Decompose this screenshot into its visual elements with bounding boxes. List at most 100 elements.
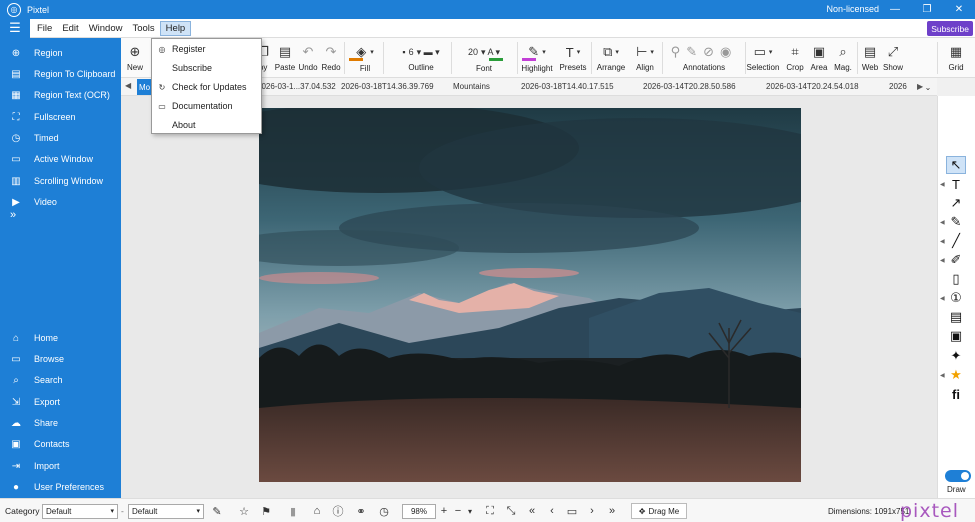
image-canvas[interactable] [121, 96, 937, 498]
strip-left-arrow-icon[interactable]: ◀ [125, 81, 131, 90]
font-button[interactable]: 20 ▾ A ▾ Font [453, 38, 515, 78]
outline-button[interactable]: ▪ 6 ▾ ▬ ▾ Outline [386, 38, 456, 78]
minimize-button[interactable]: — [879, 0, 911, 19]
category-select[interactable]: Default ▾ [42, 504, 118, 519]
step-tool-icon[interactable]: ① [946, 289, 966, 307]
flag-icon[interactable]: ⚑ [258, 503, 274, 519]
help-menu-subscribe[interactable]: Subscribe [152, 59, 261, 77]
first-image-icon[interactable]: « [524, 503, 540, 519]
help-menu-register[interactable]: ◎ Register [152, 40, 261, 58]
presets-button[interactable]: T ▾ Presets [557, 38, 589, 78]
fx-tool-icon[interactable]: fi [946, 385, 966, 403]
help-menu-about[interactable]: About [152, 116, 261, 134]
align-button[interactable]: ⊢ ▾ Align [629, 38, 661, 78]
edit-tags-icon[interactable]: ✎ [209, 503, 225, 519]
sidebar-item-timed[interactable]: ◷ Timed [0, 129, 121, 147]
undo-button[interactable]: ↶ Undo [297, 38, 319, 78]
sidebar-item-home[interactable]: ⌂ Home [0, 329, 121, 347]
thumbnail-item[interactable]: 2026-03-14T20.28.50.586 [643, 82, 736, 91]
sidebar-item-region-to-clipboard[interactable]: ▤ Region To Clipboard [0, 65, 121, 83]
updates-icon: ↻ [158, 82, 166, 92]
secondary-select[interactable]: Default ▾ [128, 504, 204, 519]
help-menu-check-for-updates[interactable]: ↻ Check for Updates [152, 78, 261, 96]
star-tool-icon[interactable]: ★ [946, 366, 966, 384]
tag-icon[interactable]: ⌂ [309, 503, 325, 519]
subscribe-button[interactable]: Subscribe [927, 21, 973, 36]
menu-edit[interactable]: Edit [57, 19, 83, 38]
pen-tool-icon[interactable]: ✎ [946, 213, 966, 231]
previous-image-icon[interactable]: ‹ [544, 503, 560, 519]
thumbnail-item[interactable]: Mountains [453, 82, 490, 91]
area-button[interactable]: ▣ Area [808, 38, 830, 78]
magnifier-button[interactable]: ⌕ Mag. [831, 38, 855, 78]
line-tool-icon[interactable]: ╱ [946, 232, 966, 250]
sidebar-item-fullscreen[interactable]: ⛶ Fullscreen [0, 108, 121, 126]
sidebar-item-browse[interactable]: ▭ Browse [0, 350, 121, 368]
draw-toggle[interactable] [945, 470, 971, 482]
zoom-input[interactable]: 98% [402, 504, 436, 519]
presets-label: Presets [559, 63, 587, 72]
document-tool-icon[interactable]: ▤ [946, 308, 966, 326]
actual-size-icon[interactable]: ⤡ [503, 503, 519, 519]
hamburger-menu-icon[interactable]: ☰ [0, 18, 30, 38]
web-button[interactable]: ▤ Web [859, 38, 881, 78]
sidebar-item-share[interactable]: ☁ Share [0, 414, 121, 432]
sidebar-item-export[interactable]: ⇲ Export [0, 393, 121, 411]
show-button[interactable]: ⤢ Show [881, 38, 905, 78]
sidebar-item-import[interactable]: ⇥ Import [0, 457, 121, 475]
sidebar-item-search[interactable]: ⌕ Search [0, 371, 121, 389]
magic-tool-icon[interactable]: ✦ [946, 347, 966, 365]
thumbnail-item[interactable]: 2026-03-18T14.40.17.515 [521, 82, 614, 91]
sidebar-item-region-text-ocr[interactable]: ▦ Region Text (OCR) [0, 86, 121, 104]
thumbnail-item[interactable]: 2026-03-18T14.36.39.769 [341, 82, 434, 91]
pointer-tool-icon[interactable]: ↖ [946, 156, 966, 174]
sidebar-item-active-window[interactable]: ▭ Active Window [0, 150, 121, 168]
menu-help[interactable]: Help [159, 20, 192, 36]
drag-me-label: Drag Me [648, 506, 680, 516]
arrange-button[interactable]: ⧉ ▾ Arrange [593, 38, 629, 78]
menu-window[interactable]: Window [84, 19, 128, 38]
sidebar-item-video[interactable]: ▶ Video [0, 193, 121, 211]
thumbnail-item[interactable]: 2026-03-14T20.24.54.018 [766, 82, 859, 91]
marker-tool-icon[interactable]: ✐ [946, 251, 966, 269]
sidebar-more-icon[interactable]: » [10, 209, 16, 221]
fill-button[interactable]: ◈ ▾ Fill [346, 38, 384, 78]
link-icon[interactable]: ⚭ [353, 503, 369, 519]
window-icon[interactable]: ▭ [564, 503, 580, 519]
selection-button[interactable]: ▭ ▾ Selection [747, 38, 780, 78]
note-tool-icon[interactable]: ▯ [946, 270, 966, 288]
menu-file[interactable]: File [32, 19, 57, 38]
sidebar-item-user-preferences[interactable]: ● User Preferences [0, 478, 121, 496]
star-rating-icon[interactable]: ☆ [236, 503, 252, 519]
help-menu-documentation[interactable]: ▭ Documentation [152, 97, 261, 115]
restore-button[interactable]: ❐ [911, 0, 943, 19]
timed-icon: ◷ [11, 132, 21, 144]
sidebar-item-scrolling-window[interactable]: ▥ Scrolling Window [0, 172, 121, 190]
thumbnail-item[interactable]: 2026-03-1...37.04.532 [257, 82, 336, 91]
fit-to-window-icon[interactable]: ⛶ [482, 503, 498, 519]
close-button[interactable]: ✕ [943, 0, 975, 19]
menu-tools[interactable]: Tools [127, 19, 159, 38]
drag-me-button[interactable]: ✥ Drag Me [631, 503, 687, 519]
history-icon[interactable]: ◷ [376, 503, 392, 519]
sidebar-item-region[interactable]: ⊕ Region [0, 44, 121, 62]
stamp-tool-icon[interactable]: ▣ [946, 327, 966, 345]
info-icon[interactable]: ⓘ [330, 503, 346, 519]
next-image-icon[interactable]: › [584, 503, 600, 519]
text-tool-icon[interactable]: T [946, 175, 966, 193]
sidebar-item-contacts[interactable]: ▣ Contacts [0, 435, 121, 453]
help-menu-label: About [172, 120, 196, 130]
bookmark-icon[interactable]: ▮ [285, 503, 301, 519]
strip-collapse-icon[interactable]: ⌄ [920, 78, 936, 96]
arrow-tool-icon[interactable]: ↗ [946, 194, 966, 212]
highlight-button[interactable]: ✎ ▾ Highlight [519, 38, 555, 78]
redo-button[interactable]: ↷ Redo [320, 38, 342, 78]
zoom-dropdown-icon[interactable]: ▾ [462, 503, 478, 519]
grid-button[interactable]: ▦ Grid [944, 38, 968, 78]
new-button[interactable]: ⊕ New [124, 38, 146, 78]
last-image-icon[interactable]: » [604, 503, 620, 519]
paste-button[interactable]: ▤ Paste [274, 38, 296, 78]
crop-button[interactable]: ⌗ Crop [784, 38, 806, 78]
annotations-button[interactable]: ⚲✎⊘◉ Annotations [664, 38, 744, 78]
thumbnail-item[interactable]: 2026 [889, 82, 907, 91]
